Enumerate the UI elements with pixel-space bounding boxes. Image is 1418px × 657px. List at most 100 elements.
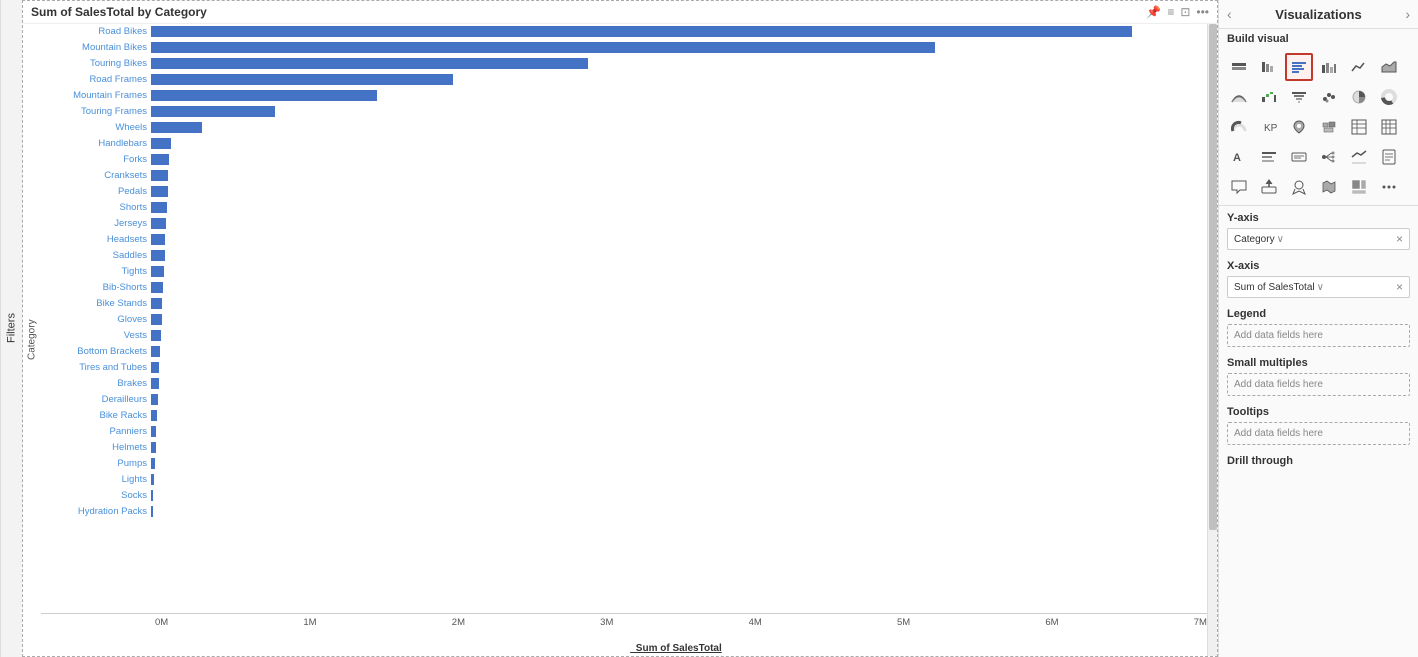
viz-icon-gauge[interactable]: [1225, 113, 1253, 141]
x-axis-field-dropdown[interactable]: Sum of SalesTotal ∨: [1234, 282, 1324, 293]
viz-icon-smart-narrative[interactable]: [1285, 143, 1313, 171]
bar-fill: [151, 346, 160, 357]
viz-icon-waterfall-chart[interactable]: [1255, 83, 1283, 111]
bar-row[interactable]: Cranksets: [41, 168, 1207, 183]
bar-row[interactable]: Tires and Tubes: [41, 360, 1207, 375]
bar-row[interactable]: Derailleurs: [41, 392, 1207, 407]
viz-icon-filled-map[interactable]: [1315, 173, 1343, 201]
viz-icon-slicer[interactable]: [1255, 143, 1283, 171]
bar-fill: [151, 170, 168, 181]
bar-row[interactable]: Mountain Bikes: [41, 40, 1207, 55]
bar-row[interactable]: Vests: [41, 328, 1207, 343]
bar-fill: [151, 138, 171, 149]
viz-icon-bar-chart[interactable]: [1285, 53, 1313, 81]
bar-row[interactable]: Socks: [41, 488, 1207, 503]
filters-panel[interactable]: Filters: [0, 0, 22, 657]
bar-label: Panniers: [41, 426, 151, 437]
bar-row[interactable]: Pedals: [41, 184, 1207, 199]
bar-row[interactable]: Tights: [41, 264, 1207, 279]
bar-row[interactable]: Bib-Shorts: [41, 280, 1207, 295]
bar-track: [151, 330, 1207, 341]
viz-icon-stacked-bar[interactable]: [1225, 53, 1253, 81]
bar-label: Headsets: [41, 234, 151, 245]
y-axis-chevron[interactable]: ∨: [1277, 234, 1284, 245]
bar-row[interactable]: Jerseys: [41, 216, 1207, 231]
y-axis-field-tag[interactable]: Category ∨ ×: [1227, 228, 1410, 250]
bar-fill: [151, 426, 156, 437]
viz-icon-paginated-report[interactable]: [1375, 143, 1403, 171]
viz-icon-qa[interactable]: [1225, 173, 1253, 201]
small-multiples-add-fields[interactable]: Add data fields here: [1227, 373, 1410, 396]
viz-icon-funnel-chart[interactable]: [1285, 83, 1313, 111]
bar-label: Forks: [41, 154, 151, 165]
bar-fill: [151, 266, 164, 277]
bar-row[interactable]: Headsets: [41, 232, 1207, 247]
viz-icon-matrix[interactable]: [1375, 113, 1403, 141]
small-multiples-section-label: Small multiples: [1227, 357, 1410, 369]
tooltips-add-fields[interactable]: Add data fields here: [1227, 422, 1410, 445]
viz-icon-kpi[interactable]: KPI: [1255, 113, 1283, 141]
bar-row[interactable]: Road Bikes: [41, 24, 1207, 39]
x-axis-chevron[interactable]: ∨: [1317, 282, 1324, 293]
bar-track: [151, 170, 1207, 181]
viz-nav-next[interactable]: ›: [1405, 6, 1410, 22]
bar-row[interactable]: Brakes: [41, 376, 1207, 391]
bar-row[interactable]: Handlebars: [41, 136, 1207, 151]
viz-icon-scatter-chart[interactable]: [1315, 83, 1343, 111]
viz-icon-line-chart[interactable]: [1345, 53, 1373, 81]
viz-icon-table[interactable]: [1345, 113, 1373, 141]
viz-icon-map[interactable]: [1285, 113, 1313, 141]
pin-icon[interactable]: 📌: [1146, 5, 1161, 19]
bar-track: [151, 90, 1207, 101]
bar-fill: [151, 122, 202, 133]
viz-icon-donut-chart[interactable]: [1375, 83, 1403, 111]
viz-icon-clustered-bar[interactable]: [1255, 53, 1283, 81]
expand-icon[interactable]: ⊡: [1180, 5, 1190, 19]
bar-track: [151, 74, 1207, 85]
bar-fill: [151, 186, 168, 197]
viz-icon-badge[interactable]: [1285, 173, 1313, 201]
bar-fill: [151, 314, 162, 325]
ellipsis-icon[interactable]: •••: [1196, 5, 1209, 19]
legend-add-fields[interactable]: Add data fields here: [1227, 324, 1410, 347]
bar-row[interactable]: Touring Frames: [41, 104, 1207, 119]
x-axis-remove-btn[interactable]: ×: [1396, 280, 1403, 294]
bar-track: [151, 218, 1207, 229]
viz-icon-export[interactable]: [1255, 173, 1283, 201]
viz-icon-area-chart[interactable]: [1375, 53, 1403, 81]
bar-row[interactable]: Helmets: [41, 440, 1207, 455]
viz-icon-text-box[interactable]: A: [1225, 143, 1253, 171]
bar-row[interactable]: Panniers: [41, 424, 1207, 439]
bar-row[interactable]: Lights: [41, 472, 1207, 487]
bar-row[interactable]: Gloves: [41, 312, 1207, 327]
y-axis-field-dropdown[interactable]: Category ∨: [1234, 234, 1284, 245]
bar-row[interactable]: Bottom Brackets: [41, 344, 1207, 359]
bar-row[interactable]: Road Frames: [41, 72, 1207, 87]
bar-row[interactable]: Forks: [41, 152, 1207, 167]
bar-row[interactable]: Mountain Frames: [41, 88, 1207, 103]
viz-icon-decomp-tree[interactable]: [1315, 143, 1343, 171]
chart-scrollbar[interactable]: [1207, 24, 1217, 656]
bar-row[interactable]: Bike Racks: [41, 408, 1207, 423]
viz-icon-more[interactable]: [1375, 173, 1403, 201]
tooltips-section-label: Tooltips: [1227, 406, 1410, 418]
bar-row[interactable]: Touring Bikes: [41, 56, 1207, 71]
viz-nav-prev[interactable]: ‹: [1227, 6, 1232, 22]
x-axis-field-tag[interactable]: Sum of SalesTotal ∨ ×: [1227, 276, 1410, 298]
viz-icon-pie-chart[interactable]: [1345, 83, 1373, 111]
x-axis-tick-label: 1M: [303, 617, 316, 628]
viz-icon-column-chart[interactable]: [1315, 53, 1343, 81]
bar-row[interactable]: Wheels: [41, 120, 1207, 135]
y-axis-remove-btn[interactable]: ×: [1396, 232, 1403, 246]
viz-icon-treemap[interactable]: [1345, 173, 1373, 201]
viz-icon-ribbon-chart[interactable]: [1225, 83, 1253, 111]
viz-icon-shape-map[interactable]: [1315, 113, 1343, 141]
bar-row[interactable]: Hydration Packs: [41, 504, 1207, 519]
bar-row[interactable]: Pumps: [41, 456, 1207, 471]
bar-row[interactable]: Shorts: [41, 200, 1207, 215]
chart-scrollbar-thumb[interactable]: [1209, 24, 1217, 530]
bar-row[interactable]: Bike Stands: [41, 296, 1207, 311]
viz-icon-key-influencers[interactable]: [1345, 143, 1373, 171]
bar-row[interactable]: Saddles: [41, 248, 1207, 263]
more-options-icon[interactable]: ≡: [1167, 5, 1174, 19]
